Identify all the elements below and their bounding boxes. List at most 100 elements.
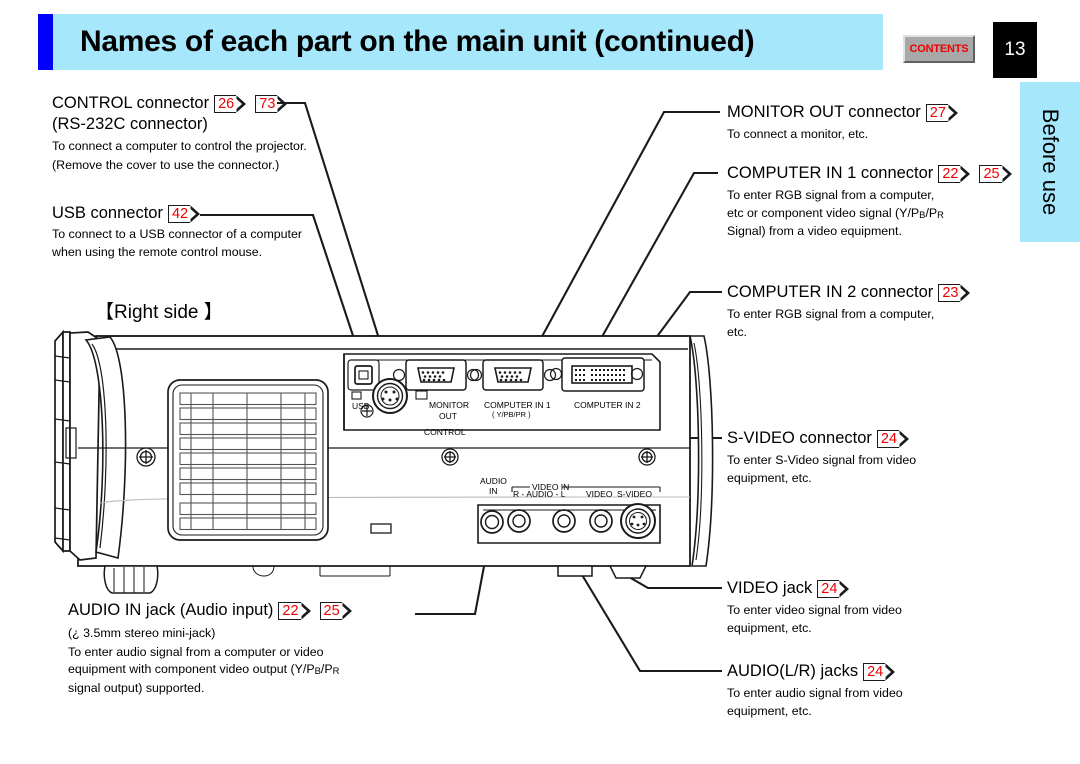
chevron-right-icon (301, 602, 312, 620)
callout-monitor-out-body: To connect a monitor, etc. (727, 127, 869, 141)
pageref-26[interactable]: 26 (214, 94, 247, 113)
section-label-right-side: 【Right side 】 (95, 302, 223, 323)
chevron-right-icon (236, 95, 247, 113)
callout-computer-in-1-connector: COMPUTER IN 1 connector 22 25 To enter R… (727, 163, 1047, 241)
callout-control-subtitle: (RS-232C connector) (52, 115, 208, 133)
ventilation-grille (167, 379, 329, 541)
audio-in-line2-mid: /P (320, 662, 333, 676)
chevron-right-icon (948, 104, 959, 122)
diagram-label-usb: USB (352, 401, 370, 411)
diagram-label-computer-in-2: COMPUTER IN 2 (574, 400, 641, 410)
screw-icon (369, 403, 387, 421)
callout-computer-in-1-title: COMPUTER IN 1 connector (727, 164, 934, 182)
pageref-22a-number: 22 (938, 164, 961, 183)
chevron-right-icon (342, 602, 353, 620)
usb-port (347, 359, 380, 400)
pageref-42-number: 42 (167, 204, 191, 223)
pageref-24c-number: 24 (863, 662, 886, 681)
callout-control-title: CONTROL connector (52, 94, 210, 112)
pageref-73[interactable]: 73 (255, 94, 288, 113)
pageref-27[interactable]: 27 (925, 103, 959, 122)
chevron-right-icon (960, 165, 971, 183)
callout-computer-in-1-body-line1: To enter RGB signal from a computer, (727, 188, 935, 202)
callout-usb-title: USB connector (52, 204, 163, 222)
video-jack (589, 509, 613, 533)
callout-audio-in-subtitle: (¿ 3.5mm stereo mini-jack) (68, 626, 216, 640)
pageref-25b[interactable]: 25 (319, 601, 353, 620)
callout-audio-in-body-line2: equipment with component video output (Y… (68, 661, 488, 680)
pageref-24c[interactable]: 24 (863, 662, 896, 681)
monitor-out-connector (392, 359, 480, 391)
pageref-25a[interactable]: 25 (979, 164, 1013, 183)
callout-computer-in-1-body-line3: Signal) from a video equipment. (727, 224, 902, 239)
callout-s-video-connector: S-VIDEO connector 24 To enter S-Video si… (727, 428, 1027, 487)
chevron-right-icon (190, 205, 201, 223)
chevron-right-icon (277, 95, 288, 113)
callout-computer-in-1-title-row: COMPUTER IN 1 connector 22 25 (727, 163, 1047, 184)
audio-r-jack (507, 509, 531, 533)
computer-in-1-connector (469, 359, 557, 391)
diagram-label-monitor-out-line1: MONITOR (429, 400, 469, 410)
chevron-right-icon (960, 284, 971, 302)
chevron-right-icon (1002, 165, 1013, 183)
pageref-25a-number: 25 (979, 164, 1002, 183)
callout-video-jack: VIDEO jack 24 To enter video signal from… (727, 578, 1027, 637)
callout-monitor-out-title: MONITOR OUT connector (727, 103, 921, 121)
callout-video-title: VIDEO jack (727, 579, 813, 597)
diagram-label-r-audio-l: R - AUDIO - L (513, 489, 566, 499)
projector-body (54, 329, 714, 594)
pageref-23[interactable]: 23 (938, 283, 971, 302)
pageref-22b[interactable]: 22 (278, 601, 312, 620)
diagram-label-computer-in-1-signal: ( Y/PB/PR ) (492, 410, 531, 419)
pageref-24b[interactable]: 24 (817, 579, 850, 598)
audio-in-line2-sub2: R (332, 665, 340, 677)
callout-audio-in-body-line1: To enter audio signal from a computer or… (68, 644, 324, 659)
callout-computer-in-1-body-line2: etc or component video signal (Y/PB/PR (727, 205, 1047, 224)
audio-in-jack (480, 510, 504, 534)
pageref-27-number: 27 (925, 103, 948, 122)
callout-usb-title-row: USB connector 42 (52, 203, 352, 224)
pageref-26-number: 26 (214, 94, 237, 113)
callout-s-video-title: S-VIDEO connector (727, 429, 872, 447)
pageref-42[interactable]: 42 (167, 204, 201, 223)
callout-monitor-out-connector: MONITOR OUT connector 27 To connect a mo… (727, 102, 1027, 144)
audio-in-line2-pre: equipment with component video output (Y… (68, 662, 315, 676)
callout-control-connector: CONTROL connector 26 73 (RS-232C connect… (52, 93, 352, 175)
callout-control-title-row: CONTROL connector 26 73 (52, 93, 352, 114)
chevron-right-icon (839, 580, 850, 598)
callout-monitor-out-title-row: MONITOR OUT connector 27 (727, 102, 1027, 123)
screw-icon (136, 447, 156, 467)
pageref-22a[interactable]: 22 (938, 164, 971, 183)
diagram-label-video: VIDEO (586, 489, 613, 499)
audio-l-jack (552, 509, 576, 533)
callout-audio-in-title: AUDIO IN jack (Audio input) (68, 601, 274, 619)
callout-computer-in-2-connector: COMPUTER IN 2 connector 23 To enter RGB … (727, 282, 1027, 341)
diagram-label-audio-in-line2: IN (489, 486, 498, 496)
screw-icon (641, 366, 657, 382)
pageref-24a-number: 24 (876, 429, 900, 448)
diagram-label-control: CONTROL (424, 427, 466, 437)
s-video-jack (620, 503, 656, 539)
computer-in-2-connector (549, 357, 645, 392)
diagram-label-s-video: S-VIDEO (617, 489, 652, 499)
contents-button[interactable]: CONTENTS (903, 35, 975, 63)
callout-audio-lr-title-row: AUDIO(L/R) jacks 24 (727, 661, 1027, 682)
control-connector (360, 378, 428, 418)
callout-usb-body: To connect to a USB connector of a compu… (52, 227, 303, 259)
callout-usb-connector: USB connector 42 To connect to a USB con… (52, 203, 352, 261)
callout-audio-lr-body: To enter audio signal from video equipme… (727, 686, 903, 718)
screw-icon (441, 448, 459, 466)
pageref-24b-number: 24 (817, 579, 840, 598)
leader-lines (200, 101, 722, 673)
callout-computer-in-2-body: To enter RGB signal from a computer, etc… (727, 307, 935, 339)
contents-button-label: CONTENTS (909, 43, 969, 55)
callout-computer-in-2-title: COMPUTER IN 2 connector (727, 283, 934, 301)
callout-video-title-row: VIDEO jack 24 (727, 578, 1027, 599)
callout-audio-in-body-line3: signal output) supported. (68, 680, 205, 695)
page-title: Names of each part on the main unit (con… (80, 25, 755, 58)
diagram-label-computer-in-1: COMPUTER IN 1 (484, 400, 551, 410)
callout-s-video-title-row: S-VIDEO connector 24 (727, 428, 1027, 449)
ci1-line2-sub2: R (937, 208, 944, 220)
pageref-23-number: 23 (938, 283, 961, 302)
pageref-24a[interactable]: 24 (876, 429, 910, 448)
